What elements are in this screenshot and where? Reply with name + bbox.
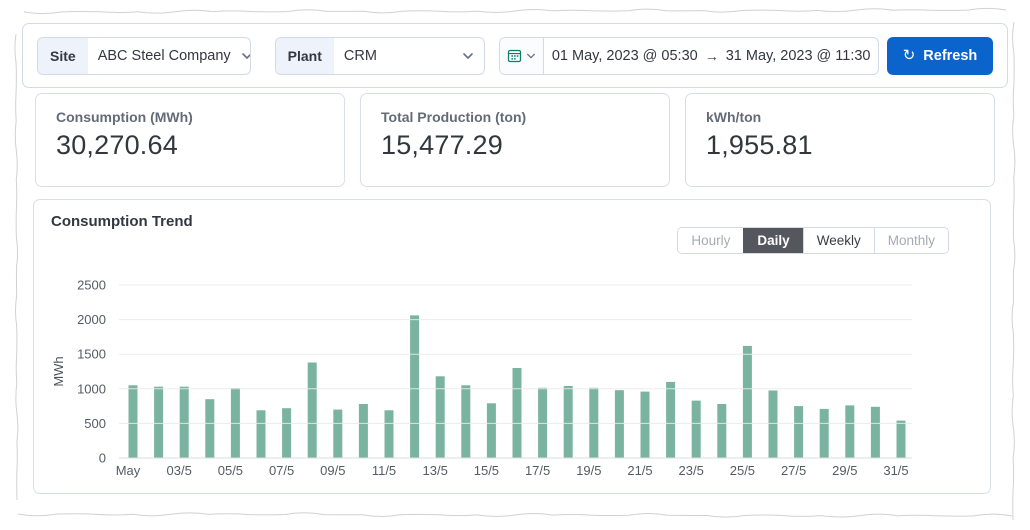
y-axis-title: MWh (51, 356, 66, 386)
x-tick-label: 17/5 (525, 463, 550, 478)
x-tick-label: 07/5 (269, 463, 294, 478)
bar-28/5 (819, 408, 829, 458)
x-tick-label: 03/5 (167, 463, 192, 478)
bar-25/5 (742, 345, 752, 458)
bar-14/5 (461, 385, 471, 458)
plant-select-value: CRM (343, 47, 377, 64)
x-tick-label: May (116, 463, 141, 478)
bar-15/5 (486, 403, 496, 458)
x-tick-label: 05/5 (218, 463, 243, 478)
kpi-card-consumption: Consumption (MWh) 30,270.64 (35, 93, 345, 187)
bar-26/5 (768, 390, 778, 458)
chevron-down-icon (241, 52, 250, 59)
x-tick-label: 29/5 (832, 463, 857, 478)
bar-08/5 (307, 362, 317, 458)
chevron-down-icon (527, 53, 536, 58)
date-range-picker: 01 May, 2023 @ 05:30 → 31 May, 2023 @ 11… (499, 36, 879, 75)
filter-bar: Site ABC Steel Company Plant CRM 01 May,… (22, 23, 1008, 88)
kpi-value: 1,955.81 (706, 130, 813, 160)
bar-07/5 (282, 408, 292, 458)
kpi-value: 15,477.29 (381, 130, 503, 160)
bar-12/5 (410, 315, 420, 458)
bar-27/5 (794, 406, 804, 458)
x-tick-label: 31/5 (883, 463, 908, 478)
kpi-card-kwh-per-ton: kWh/ton 1,955.81 (685, 93, 995, 187)
kpi-row: Consumption (MWh) 30,270.64 Total Produc… (35, 93, 995, 187)
bar-01/5 (128, 385, 138, 458)
bar-02/5 (154, 386, 164, 458)
chevron-down-icon (463, 52, 474, 59)
bar-31/5 (896, 420, 906, 458)
kpi-label: Consumption (MWh) (56, 109, 193, 125)
site-select[interactable]: Site ABC Steel Company (37, 36, 251, 75)
bar-03/5 (179, 386, 189, 458)
y-tick-label: 2500 (77, 278, 106, 293)
kpi-value: 30,270.64 (56, 130, 178, 160)
calendar-icon (508, 49, 522, 63)
x-tick-label: 21/5 (627, 463, 652, 478)
plant-select-label: Plant (275, 37, 334, 74)
kpi-card-total-production: Total Production (ton) 15,477.29 (360, 93, 670, 187)
bar-22/5 (666, 381, 676, 458)
y-tick-label: 1000 (77, 381, 106, 396)
x-tick-label: 15/5 (474, 463, 499, 478)
bar-06/5 (256, 410, 266, 458)
refresh-icon: ↻ (902, 46, 916, 64)
y-tick-label: 500 (84, 416, 106, 431)
y-tick-label: 0 (99, 451, 106, 466)
y-tick-label: 2000 (77, 312, 106, 327)
bar-23/5 (691, 400, 701, 458)
bar-21/5 (640, 391, 650, 458)
y-tick-label: 1500 (77, 347, 106, 362)
consumption-trend-panel: Consumption Trend Hourly Daily Weekly Month… (33, 199, 991, 494)
date-range-start[interactable]: 01 May, 2023 @ 05:30 (552, 48, 698, 64)
plant-select[interactable]: Plant CRM (274, 36, 486, 75)
x-tick-label: 27/5 (781, 463, 806, 478)
consumption-trend-chart: 0 500 1000 1500 2000 2500 May 03/5 05/5 07/5 09/5 1… (51, 278, 912, 478)
bar-04/5 (205, 399, 215, 458)
x-tick-label: 09/5 (320, 463, 345, 478)
bar-24/5 (717, 404, 727, 458)
x-tick-label: 11/5 (372, 463, 396, 478)
date-quick-select-button[interactable] (500, 37, 545, 74)
bar-30/5 (870, 406, 880, 458)
x-tick-label: 25/5 (730, 463, 755, 478)
bar-18/5 (563, 386, 573, 458)
bar-16/5 (512, 368, 522, 458)
bar-29/5 (845, 405, 855, 458)
refresh-button-label: Refresh (923, 47, 978, 64)
bar-20/5 (614, 390, 624, 458)
kpi-label: Total Production (ton) (381, 109, 527, 125)
bar-11/5 (384, 410, 394, 458)
bar-10/5 (358, 404, 368, 458)
site-select-label: Site (38, 37, 88, 74)
x-tick-label: 19/5 (576, 463, 601, 478)
kpi-label: kWh/ton (706, 109, 762, 125)
x-tick-label: 13/5 (423, 463, 448, 478)
date-range-arrow: → (704, 47, 719, 64)
date-range-end[interactable]: 31 May, 2023 @ 11:30 (726, 48, 871, 64)
refresh-button[interactable]: ↻ Refresh (887, 36, 993, 75)
energy-dashboard: Site ABC Steel Company Plant CRM 01 May,… (0, 0, 1030, 530)
date-range-display[interactable]: 01 May, 2023 @ 05:30 → 31 May, 2023 @ 11… (544, 38, 878, 74)
site-select-value: ABC Steel Company (97, 47, 231, 64)
x-tick-label: 23/5 (679, 463, 704, 478)
bar-09/5 (333, 409, 343, 458)
